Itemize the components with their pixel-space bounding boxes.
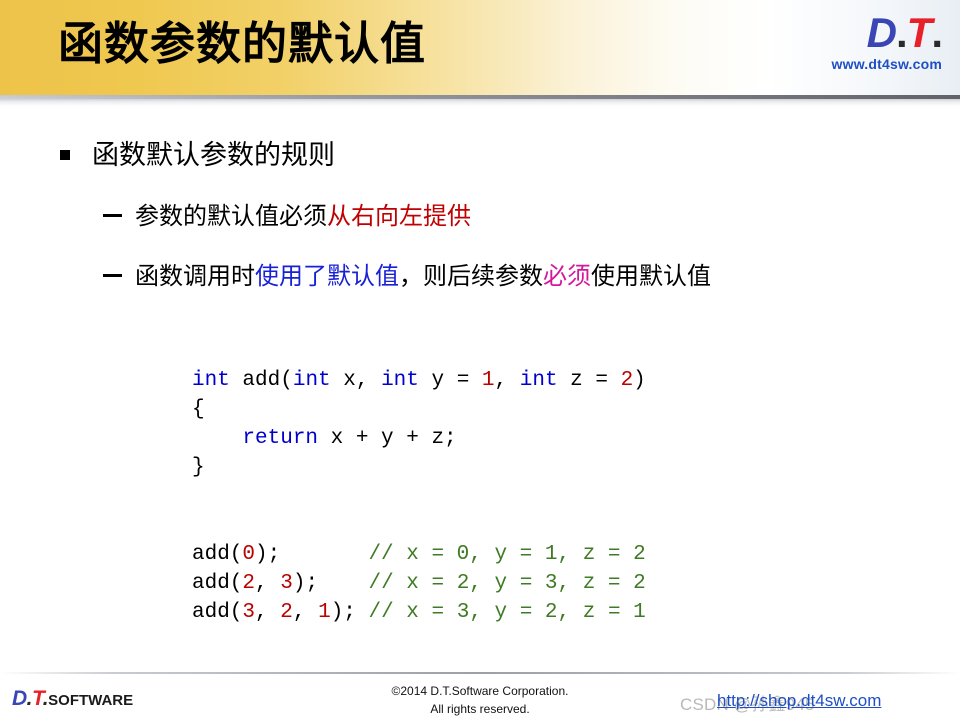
code-call3-arg0: 3	[242, 601, 256, 624]
code-call3-tail: );	[330, 601, 369, 624]
code-arg-z: z =	[557, 369, 621, 392]
code-call3-arg2: 1	[318, 601, 331, 624]
code-return-expr: x + y + z;	[318, 427, 457, 450]
brand-logo-mark: D.T.	[796, 9, 943, 56]
logo-letter-t: T	[906, 9, 933, 56]
code-brace-close: }	[192, 456, 205, 479]
code-keyword-return: return	[192, 427, 319, 450]
shop-link[interactable]: http://shop.dt4sw.com	[717, 691, 881, 711]
square-bullet-icon	[60, 150, 70, 160]
code-default-1: 1	[481, 369, 495, 392]
bullet3-text-part3: 使用默认值	[591, 262, 711, 290]
code-keyword-int-3: int	[381, 369, 419, 392]
logo-dot-2: .	[931, 9, 943, 56]
code-paren-close: )	[633, 369, 646, 392]
code-call3-sep-1: ,	[255, 601, 281, 624]
code-call3-arg1: 2	[280, 601, 293, 624]
code-comment-2: // x = 2, y = 3, z = 2	[368, 572, 646, 595]
footer-link-area: CSDN @孙鑫945 http://shop.dt4sw.com	[680, 688, 950, 714]
code-blank-line-1	[192, 482, 646, 511]
code-line-4: }	[192, 456, 205, 479]
code-call-add-1: add(	[192, 543, 243, 566]
code-call-add-2: add(	[192, 572, 243, 595]
code-call2-arg0: 2	[242, 572, 256, 595]
bullet-level2-subsequent-params: 函数调用时使用了默认值，则后续参数必须使用默认值	[0, 262, 960, 300]
code-line-7: add(3, 2, 1); // x = 3, y = 2, z = 1	[192, 601, 646, 624]
code-line-5: add(0); // x = 0, y = 1, z = 2	[192, 543, 646, 566]
bullet3-text-part2: ，则后续参数	[399, 262, 543, 290]
code-comma: ,	[494, 369, 520, 392]
code-default-2: 2	[620, 369, 634, 392]
dash-bullet-icon	[103, 214, 122, 217]
header-shadow-divider	[0, 95, 960, 109]
code-keyword-int-2: int	[292, 369, 331, 392]
code-function-name: add(	[242, 369, 293, 392]
code-blank-line-2	[192, 511, 646, 540]
code-line-6: add(2, 3); // x = 2, y = 3, z = 2	[192, 572, 646, 595]
code-arg-x: x,	[330, 369, 382, 392]
slide-content: 函数默认参数的规则 参数的默认值必须从右向左提供 函数调用时使用了默认值，则后续…	[0, 140, 960, 300]
code-line-1: int add(int x, int y = 1, int z = 2)	[192, 369, 646, 392]
code-line-2: {	[192, 398, 205, 421]
slide-header: 函数参数的默认值 D.T. www.dt4sw.com	[0, 0, 960, 95]
slide-footer: D.T.SOFTWARE ©2014 D.T.Software Corporat…	[0, 676, 960, 720]
brand-url: www.dt4sw.com	[831, 56, 942, 72]
code-arg-y: y =	[418, 369, 482, 392]
code-call-add-3: add(	[192, 601, 243, 624]
brand-logo: D.T. www.dt4sw.com	[796, 9, 943, 73]
code-line-3: return x + y + z;	[192, 427, 457, 450]
bullet3-highlight-magenta: 必须	[543, 262, 591, 290]
page-title: 函数参数的默认值	[58, 17, 427, 70]
bullet2-text-part1: 参数的默认值必须	[135, 202, 327, 230]
dash-bullet-icon	[103, 274, 122, 277]
code-call3-sep-2: ,	[292, 601, 319, 624]
bullet-level2-right-to-left: 参数的默认值必须从右向左提供	[0, 202, 960, 240]
code-sample: int add(int x, int y = 1, int z = 2) { r…	[192, 366, 646, 627]
footer-divider	[0, 672, 960, 674]
code-comment-1: // x = 0, y = 1, z = 2	[368, 543, 646, 566]
code-call1-arg0: 0	[242, 543, 256, 566]
code-call2-tail: );	[292, 572, 369, 595]
code-comment-3: // x = 3, y = 2, z = 1	[368, 601, 646, 624]
bullet-level1-rules: 函数默认参数的规则	[0, 140, 960, 182]
code-keyword-int-4: int	[519, 369, 558, 392]
code-call1-tail: );	[255, 543, 369, 566]
code-call2-sep: ,	[255, 572, 281, 595]
bullet-level1-label: 函数默认参数的规则	[92, 140, 335, 171]
logo-letter-d: D	[866, 9, 897, 56]
code-call2-arg1: 3	[280, 572, 293, 595]
bullet3-text-part1: 函数调用时	[135, 262, 255, 290]
bullet3-highlight-blue: 使用了默认值	[255, 262, 399, 290]
logo-dot-1: .	[896, 9, 908, 56]
bullet2-highlight-red: 从右向左提供	[327, 202, 471, 230]
code-brace-open: {	[192, 398, 205, 421]
code-keyword-int: int	[192, 369, 230, 392]
